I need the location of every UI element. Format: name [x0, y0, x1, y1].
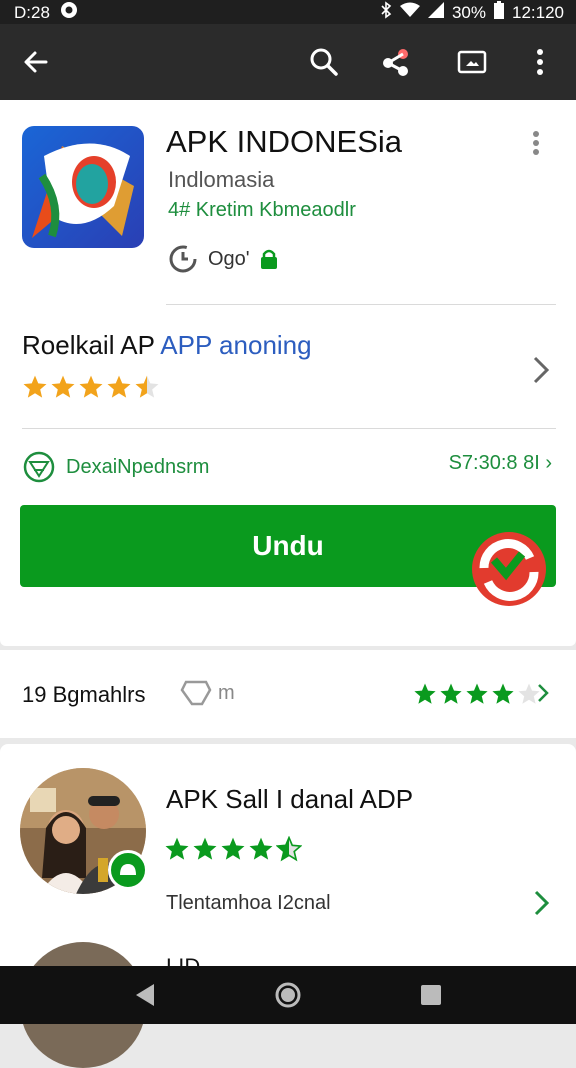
nav-back-button[interactable] [132, 982, 158, 1013]
bluetooth-icon [380, 1, 392, 24]
nav-recents-button[interactable] [420, 984, 442, 1011]
star-icon [414, 683, 436, 704]
nav-home-button[interactable] [274, 981, 302, 1014]
status-bar: D:28 30% 12:120 [0, 0, 576, 24]
stats-card[interactable]: 19 Bgmahlrs m [0, 650, 576, 738]
status-time-left: D:28 [14, 2, 50, 22]
review-title: APK Sall I danal ADP [166, 784, 414, 814]
update-badge-icon[interactable] [472, 532, 546, 606]
search-icon [310, 48, 338, 76]
divider [166, 304, 556, 305]
overflow-menu-button[interactable] [516, 38, 564, 86]
share-button[interactable] [372, 38, 420, 86]
back-arrow-icon [24, 51, 48, 73]
review-stars [164, 836, 302, 862]
nav-recents-icon [421, 985, 441, 1005]
back-button[interactable] [12, 38, 60, 86]
cast-button[interactable] [448, 38, 496, 86]
star-icon [79, 375, 103, 398]
developer-name[interactable]: Indlomasia [168, 167, 274, 193]
chevron-right-icon [534, 890, 550, 916]
chevron-right-icon [538, 684, 549, 702]
app-details-card: APK INDONESia Indlomasia 4# Kretim Kbmea… [0, 100, 576, 646]
cast-icon [457, 50, 487, 74]
battery-text: 30% [451, 2, 486, 22]
wifi-icon [399, 2, 420, 23]
star-icon [51, 375, 75, 398]
content-rating-text: Ogo' [208, 247, 250, 270]
review-chevron[interactable] [532, 888, 552, 923]
review-meta: Tlentamhoa I2cnal [166, 892, 331, 914]
app-more-button[interactable] [532, 130, 540, 161]
divider [22, 428, 556, 429]
rating-section-title[interactable]: Roelkail AP APP anoning [22, 330, 312, 361]
nav-back-icon [136, 984, 154, 1006]
app-icon [22, 126, 144, 248]
developer-row-value[interactable]: S7:30:8 8I › [449, 452, 552, 475]
star-icon [193, 837, 217, 860]
developer-row-label: DexaiNpednsrm [66, 455, 210, 478]
star-icon [23, 375, 47, 398]
clock-icon [169, 245, 197, 273]
star-icon [135, 375, 159, 398]
search-button[interactable] [300, 38, 348, 86]
nav-home-icon [275, 982, 301, 1008]
more-vert-icon [533, 131, 539, 155]
developer-row[interactable]: DexaiNpednsrm [22, 450, 209, 484]
content-rating-row: Ogo' [168, 244, 278, 274]
system-nav-bar [0, 966, 576, 1024]
notification-icon [60, 1, 78, 24]
star-icon [466, 683, 488, 704]
rating-chevron-button[interactable] [530, 354, 552, 391]
share-icon [383, 49, 408, 76]
more-vert-icon [537, 49, 543, 75]
lock-icon [260, 249, 277, 269]
stats-chevron[interactable] [536, 682, 550, 709]
app-category[interactable]: 4# Kretim Kbmeaodlr [168, 199, 356, 222]
star-icon [221, 837, 245, 860]
star-icon [440, 683, 462, 704]
globe-icon [23, 451, 55, 483]
top-app-bar [0, 24, 576, 100]
app-title: APK INDONESia [166, 124, 403, 159]
status-clock: 12:120 [512, 2, 564, 22]
battery-icon [494, 1, 504, 24]
signal-icon [427, 2, 444, 23]
review-card[interactable]: APK Sall I danal ADP Tlentamhoa I2cnal L… [0, 744, 576, 1068]
download-count: 19 Bgmahlrs [22, 682, 146, 707]
stats-stars [413, 682, 541, 706]
chevron-right-icon: › [545, 452, 552, 474]
android-badge-icon [108, 850, 148, 890]
stats-middle: m [180, 678, 235, 708]
chevron-right-icon [533, 356, 550, 384]
comment-icon [180, 680, 212, 706]
rating-stars [22, 374, 160, 400]
star-icon [249, 837, 273, 860]
star-icon [492, 683, 514, 704]
star-icon [107, 375, 131, 398]
star-icon [165, 837, 189, 860]
star-icon [276, 836, 302, 862]
